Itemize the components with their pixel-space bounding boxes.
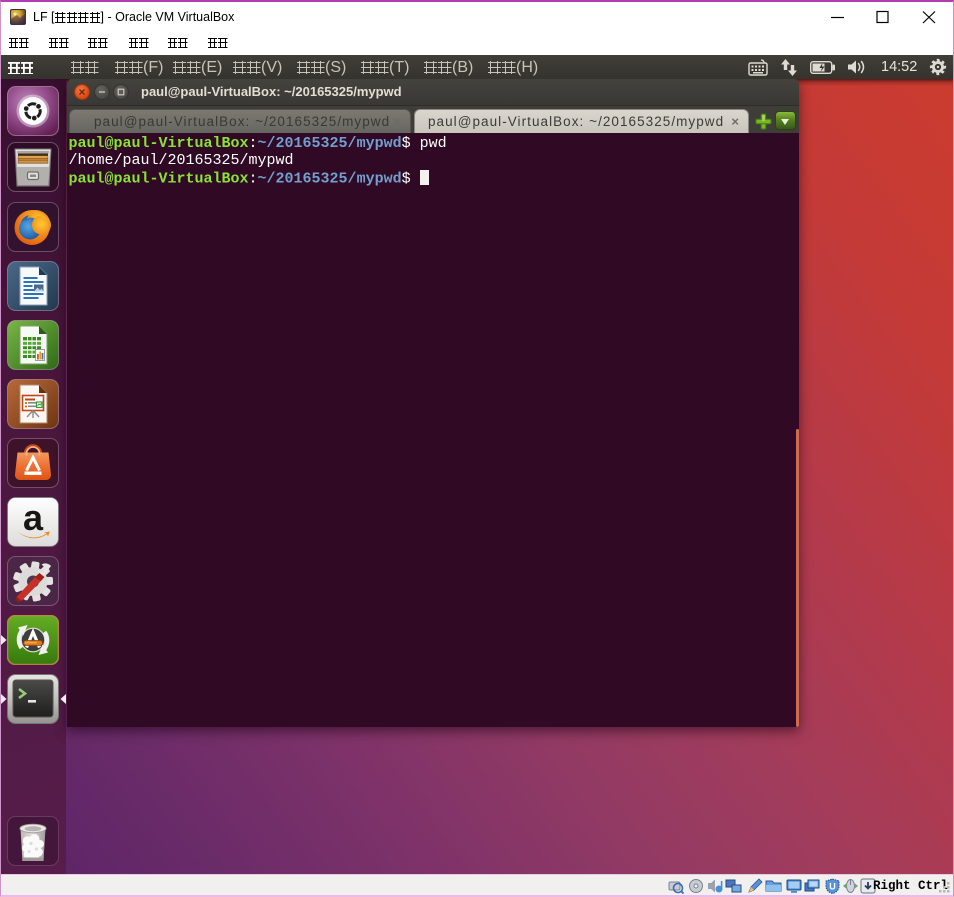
svg-text:U: U	[829, 881, 836, 891]
svg-text:a: a	[23, 497, 44, 538]
